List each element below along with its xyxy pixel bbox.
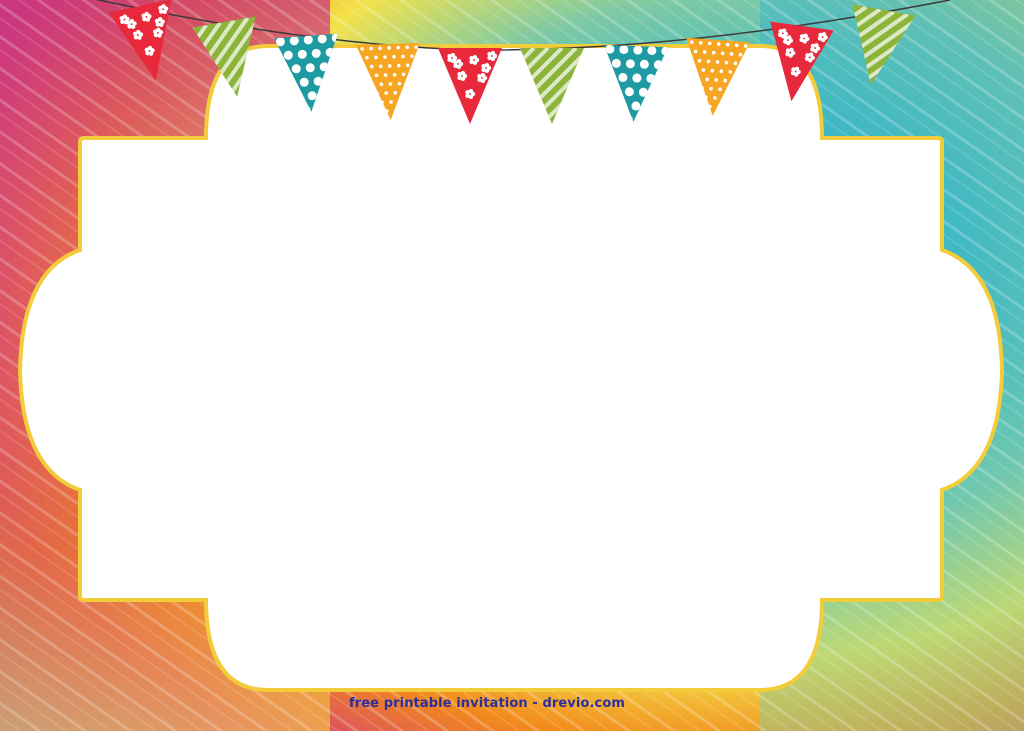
invitation-card — [0, 0, 1024, 731]
site-credit: free printable invitation - drevio.com — [349, 696, 625, 711]
white-frame — [17, 44, 1005, 692]
